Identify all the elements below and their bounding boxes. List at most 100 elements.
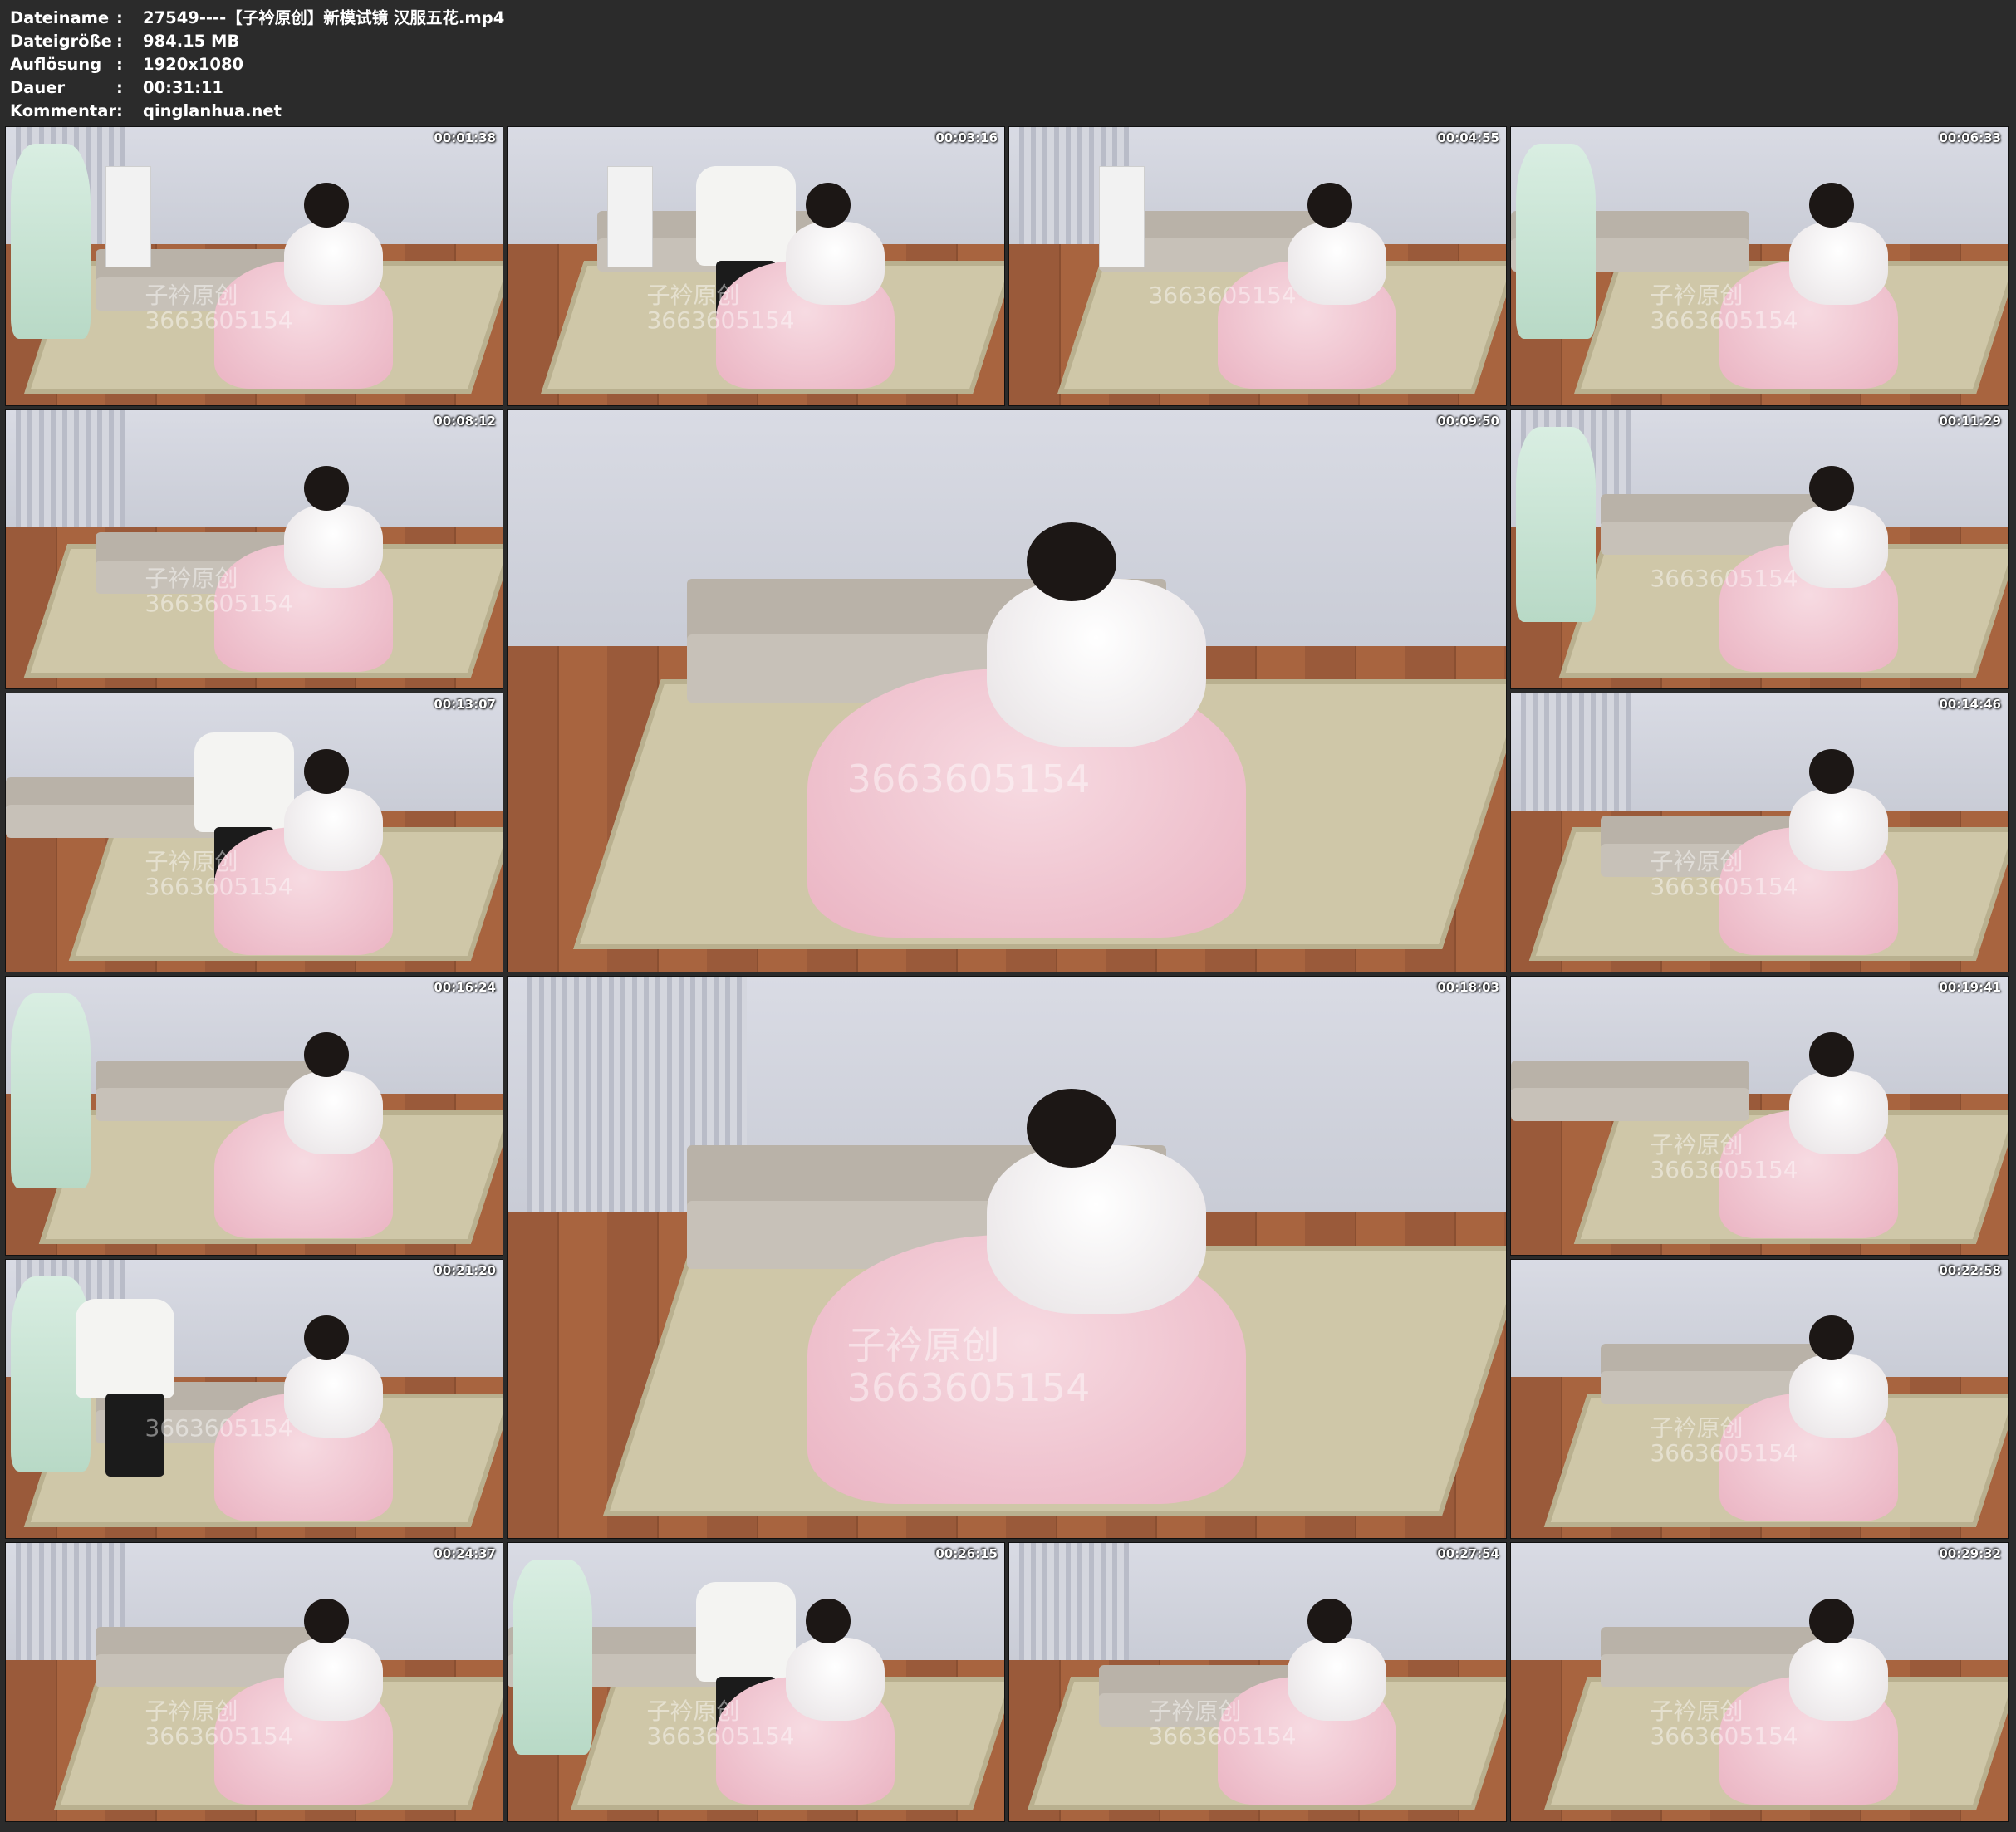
white-jacket: [1788, 221, 1889, 306]
video-frame: [6, 1260, 503, 1538]
head: [303, 749, 349, 794]
head: [1307, 183, 1352, 228]
watermark-id: 3663605154: [646, 306, 795, 335]
video-frame: [1511, 1260, 2008, 1538]
file-info-row: Dateiname : 27549----【子衿原创】新模试镜 汉服五花.mp4: [10, 7, 504, 30]
timestamp: 00:22:58: [1939, 1263, 2001, 1278]
watermark-brand: 子衿原创: [1650, 1130, 1744, 1158]
watermark-id: 3663605154: [145, 590, 293, 618]
watermark-brand: 子衿原创: [646, 1697, 740, 1725]
watermark-brand: 子衿原创: [1650, 847, 1744, 875]
video-thumbnail: 00:16:24: [5, 976, 503, 1256]
watermark-brand: 子衿原创: [145, 1697, 238, 1725]
watermark: 子衿原创 3663605154: [145, 566, 292, 618]
white-jacket: [1788, 1070, 1889, 1155]
video-frame: [508, 410, 1506, 972]
video-thumbnail: 3663605154 00:21:20: [5, 1259, 503, 1539]
comment-label: Kommentar: [10, 101, 117, 120]
watermark-id: 3663605154: [846, 757, 1091, 802]
file-info-row: Dateigröße : 984.15 MB: [10, 30, 504, 53]
duration-label: Dauer: [10, 78, 66, 97]
head: [1808, 1315, 1854, 1360]
sofa: [1511, 1088, 1750, 1122]
white-jacket: [283, 221, 384, 306]
watermark-id: 3663605154: [145, 1722, 293, 1751]
curtain: [1520, 693, 1631, 811]
video-frame: [508, 1543, 1004, 1821]
watermark: 子衿原创 3663605154: [646, 281, 795, 335]
video-frame: [1511, 977, 2008, 1255]
white-jacket: [1788, 787, 1889, 872]
filesize-label: Dateigröße: [10, 32, 112, 51]
watermark-brand: 子衿原创: [145, 281, 238, 309]
video-thumbnail: 子衿原创 3663605154 00:14:46: [1510, 693, 2009, 972]
person-green-hanfu: [1515, 427, 1596, 622]
white-jacket: [1287, 221, 1387, 306]
watermark-brand: 子衿原创: [846, 1323, 1000, 1369]
separator: :: [116, 8, 123, 27]
video-frame: [1009, 1543, 1506, 1821]
timestamp: 00:13:07: [434, 697, 496, 712]
watermark-id: 3663605154: [1650, 873, 1798, 901]
video-frame: [508, 127, 1004, 405]
video-frame: [6, 977, 503, 1255]
timestamp: 00:29:32: [1939, 1546, 2001, 1561]
person-white-shirt: [696, 1581, 796, 1683]
person-green-hanfu: [10, 144, 91, 339]
timestamp: 00:04:55: [1437, 130, 1499, 145]
air-conditioner: [1098, 165, 1145, 268]
white-jacket: [1788, 1637, 1889, 1722]
watermark-id: 3663605154: [145, 1413, 293, 1442]
watermark-brand: 子衿原创: [1650, 1413, 1744, 1442]
timestamp: 00:03:16: [935, 130, 998, 145]
video-thumbnail: 子衿原创 3663605154 00:01:38: [5, 126, 503, 406]
white-jacket: [283, 787, 384, 872]
head: [1307, 1599, 1352, 1643]
person-white-shirt: [194, 732, 294, 833]
timestamp: 00:18:03: [1437, 980, 1499, 995]
video-thumbnail: 子衿原创 3663605154 00:24:37: [5, 1542, 503, 1822]
white-jacket: [785, 1637, 885, 1722]
watermark: 子衿原创 3663605154: [847, 1325, 1091, 1408]
head: [303, 1032, 349, 1077]
video-thumbnail: 子衿原创 3663605154 00:27:54: [1008, 1542, 1507, 1822]
watermark: 3663605154: [847, 758, 1091, 801]
watermark-id: 3663605154: [145, 306, 293, 335]
watermark: 子衿原创 3663605154: [1650, 282, 1798, 335]
air-conditioner: [105, 165, 152, 268]
head: [1027, 1089, 1117, 1168]
separator: :: [116, 32, 123, 51]
white-jacket: [986, 578, 1207, 747]
timestamp: 00:09:50: [1437, 414, 1499, 429]
white-jacket: [1287, 1637, 1387, 1722]
watermark-brand: 子衿原创: [145, 847, 238, 875]
timestamp: 00:26:15: [935, 1546, 998, 1561]
video-thumbnail: 子衿原创 3663605154 00:03:16: [507, 126, 1005, 406]
video-frame: [6, 410, 503, 688]
video-frame: [1511, 693, 2008, 972]
filename-value: 27549----【子衿原创】新模试镜 汉服五花.mp4: [143, 8, 505, 27]
watermark-brand: 子衿原创: [646, 281, 740, 309]
timestamp: 00:01:38: [434, 130, 496, 145]
file-info-panel: Dateiname : 27549----【子衿原创】新模试镜 汉服五花.mp4…: [10, 7, 504, 123]
watermark: 子衿原创 3663605154: [145, 1697, 293, 1751]
curtain: [1018, 1543, 1129, 1660]
timestamp: 00:19:41: [1939, 980, 2001, 995]
head: [1808, 1032, 1854, 1077]
head: [1808, 466, 1854, 511]
separator: :: [116, 55, 123, 74]
head: [303, 466, 349, 511]
watermark: 子衿原创 3663605154: [145, 847, 292, 901]
watermark: 子衿原创 3663605154: [1650, 1130, 1798, 1184]
head: [805, 183, 851, 228]
head: [1027, 522, 1117, 601]
head: [1808, 183, 1854, 228]
video-thumbnail: 子衿原创 3663605154 00:08:12: [5, 409, 503, 689]
video-frame: [1511, 410, 2008, 688]
curtain: [15, 410, 125, 527]
video-frame: [6, 1543, 503, 1821]
person-white-shirt: [696, 165, 796, 267]
video-frame: [6, 127, 503, 405]
video-frame: [1511, 127, 2008, 405]
video-thumbnail: 子衿原创 3663605154 00:29:32: [1510, 1542, 2009, 1822]
